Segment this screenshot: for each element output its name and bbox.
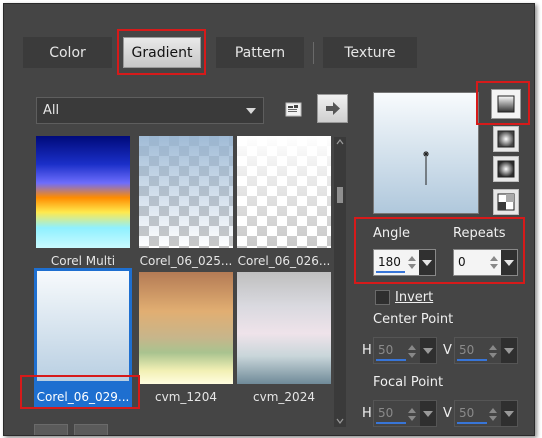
repeats-label: Repeats (453, 226, 506, 241)
center-h-value: 50 (378, 343, 394, 357)
gradient-tile-corel-06-026[interactable] (237, 136, 331, 248)
chevron-down-icon (504, 411, 514, 417)
up-arrow-icon (489, 345, 497, 350)
angle-spinbox[interactable]: 180 (373, 249, 436, 276)
center-h-label: H (362, 343, 372, 358)
chevron-down-icon (422, 260, 432, 266)
gradient-swatch (139, 272, 233, 384)
focal-v-spinbox[interactable]: 50 (454, 400, 518, 427)
gradient-label-selected: Corel_06_029... (34, 388, 132, 407)
repeats-spinbox[interactable]: 0 (453, 249, 518, 276)
gradient-preview[interactable] (373, 92, 479, 214)
chevron-down-icon (504, 260, 514, 266)
gradient-swatch (139, 136, 233, 248)
gradient-tile-corel-06-029[interactable] (34, 268, 132, 406)
focal-h-label: H (362, 406, 372, 421)
gradient-swatch (37, 271, 129, 381)
center-h-spinbox[interactable]: 50 (373, 337, 437, 364)
category-dropdown[interactable]: All (36, 97, 264, 124)
invert-checkbox[interactable] (375, 290, 390, 305)
angle-value-underline (376, 271, 405, 273)
gallery-scrollbar[interactable] (334, 137, 346, 427)
gradient-swatch (237, 136, 331, 248)
center-h-dropdown[interactable] (420, 338, 436, 363)
down-arrow-icon (408, 264, 416, 269)
style-linear-button[interactable] (491, 89, 521, 119)
gradient-label: Corel_06_026... (237, 254, 331, 268)
save-preset-button[interactable] (281, 97, 307, 123)
gradient-tile-cvm-1204[interactable] (139, 272, 233, 384)
gradient-tile-corel-06-025[interactable] (139, 136, 233, 248)
gradient-label: Corel_06_025... (139, 254, 233, 268)
chevron-down-icon (504, 348, 514, 354)
focal-v-value: 50 (459, 406, 475, 420)
invert-label: Invert (395, 290, 434, 305)
center-v-label: V (443, 343, 452, 358)
style-rectangular-button[interactable] (493, 126, 519, 152)
down-arrow-icon (489, 353, 497, 358)
down-arrow-icon (490, 264, 498, 269)
angle-dropdown[interactable] (419, 250, 435, 275)
angle-label: Angle (373, 226, 410, 241)
center-v-value: 50 (459, 343, 475, 357)
chevron-down-icon (423, 411, 433, 417)
gradient-label: cvm_1204 (155, 390, 217, 404)
angle-value: 180 (378, 255, 401, 269)
tab-texture[interactable]: Texture (323, 37, 417, 68)
value-underline (457, 422, 487, 424)
up-arrow-icon (489, 408, 497, 413)
gradient-swatch (36, 136, 130, 248)
up-arrow-icon (408, 345, 416, 350)
tab-gradient[interactable]: Gradient (123, 37, 201, 68)
gradient-tile-cvm-2024[interactable] (237, 272, 331, 384)
up-arrow-icon (490, 256, 498, 261)
material-properties-dialog: Color Gradient Pattern Texture All Corel… (3, 3, 535, 436)
focal-v-label: V (443, 406, 452, 421)
sunburst-style-icon (497, 160, 515, 178)
arrow-right-icon (326, 102, 340, 115)
center-v-spinbox[interactable]: 50 (454, 337, 518, 364)
down-arrow-icon (408, 416, 416, 421)
style-sunburst-button[interactable] (493, 156, 519, 182)
bottom-button[interactable] (74, 424, 108, 435)
radial-style-icon (497, 193, 515, 211)
bottom-button[interactable] (34, 424, 68, 435)
up-arrow-icon (408, 408, 416, 413)
down-arrow-icon (408, 353, 416, 358)
tab-pattern[interactable]: Pattern (216, 37, 304, 68)
rectangular-style-icon (497, 130, 515, 148)
chevron-down-icon (246, 108, 256, 114)
angle-dial-icon (423, 151, 429, 185)
focal-h-spinbox[interactable]: 50 (373, 400, 437, 427)
save-preset-icon (285, 102, 302, 117)
chevron-down-icon (423, 348, 433, 354)
value-underline (376, 359, 406, 361)
category-dropdown-value: All (43, 103, 60, 118)
repeats-dropdown[interactable] (501, 250, 517, 275)
gradient-label: cvm_2024 (253, 390, 315, 404)
tab-divider (313, 42, 314, 64)
focal-point-label: Focal Point (373, 375, 444, 390)
down-arrow-icon (489, 416, 497, 421)
gradient-swatch (237, 272, 331, 384)
value-underline (457, 359, 487, 361)
center-v-dropdown[interactable] (501, 338, 517, 363)
style-radial-button[interactable] (493, 189, 519, 215)
focal-h-value: 50 (378, 406, 394, 420)
center-point-label: Center Point (373, 312, 454, 327)
value-underline (376, 422, 406, 424)
gradient-tile-corel-multi[interactable] (36, 136, 130, 248)
up-arrow-icon (408, 256, 416, 261)
scrollbar-thumb (337, 187, 343, 203)
focal-v-dropdown[interactable] (501, 401, 517, 426)
linear-style-icon (497, 95, 515, 113)
apply-arrow-button[interactable] (317, 94, 348, 123)
angle-stepper[interactable] (405, 250, 419, 275)
focal-h-dropdown[interactable] (420, 401, 436, 426)
repeats-value: 0 (458, 255, 466, 269)
tab-color[interactable]: Color (23, 37, 112, 68)
repeats-stepper[interactable] (487, 250, 501, 275)
